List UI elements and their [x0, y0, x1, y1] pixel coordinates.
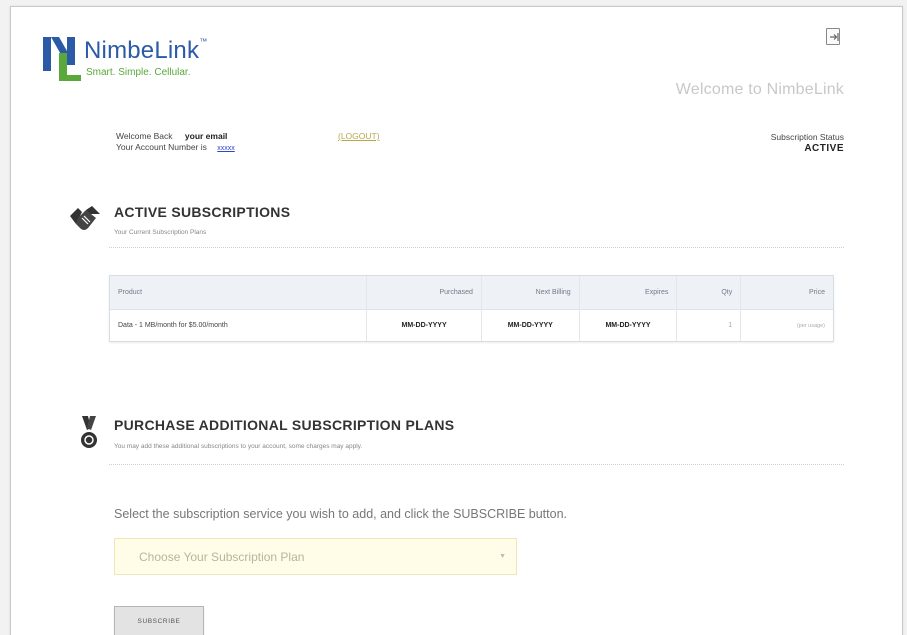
logo-tagline: Smart. Simple. Cellular. [86, 67, 191, 78]
column-header-qty: Qty [677, 276, 742, 309]
chevron-down-icon: ▼ [499, 553, 506, 560]
cell-purchased: MM-DD-YYYY [367, 310, 482, 341]
account-number-link[interactable]: xxxxx [217, 145, 235, 152]
logout-link[interactable]: (LOGOUT) [338, 131, 380, 141]
section-divider [109, 464, 844, 465]
subscribe-button[interactable]: SUBSCRIBE [114, 606, 204, 635]
welcome-line: Welcome Back your email [116, 131, 235, 142]
handshake-icon [70, 206, 100, 230]
column-header-product: Product [110, 276, 368, 309]
column-header-next-billing: Next Billing [482, 276, 580, 309]
logo-name-text: NimbeLink [84, 37, 200, 64]
table-header: Product Purchased Next Billing Expires Q… [110, 276, 833, 310]
active-subscriptions-title: ACTIVE SUBSCRIPTIONS [114, 204, 291, 220]
column-header-purchased: Purchased [367, 276, 482, 309]
purchase-plans-subtitle: You may add these additional subscriptio… [114, 443, 363, 450]
purchase-plans-title: PURCHASE ADDITIONAL SUBSCRIPTION PLANS [114, 417, 455, 433]
select-placeholder: Choose Your Subscription Plan [139, 549, 305, 564]
account-number-line: Your Account Number is xxxxx [116, 142, 235, 154]
welcome-title: Welcome to NimbeLink [675, 81, 844, 98]
subscription-plan-select[interactable]: Choose Your Subscription Plan ▼ [114, 538, 517, 575]
main-panel: NimbeLink™ Smart. Simple. Cellular. Welc… [10, 6, 903, 635]
status-label: Subscription Status [770, 132, 844, 142]
subscription-status: Subscription Status ACTIVE [771, 131, 844, 155]
medal-icon [81, 416, 97, 448]
account-info: Welcome Back your email Your Account Num… [116, 131, 235, 154]
cell-qty: 1 [677, 310, 742, 341]
nimbelink-logo-icon [43, 37, 81, 81]
logout-icon[interactable] [826, 28, 840, 45]
active-subscriptions-subtitle: Your Current Subscription Plans [114, 229, 207, 236]
logo-name: NimbeLink™ [84, 37, 207, 65]
status-badge: ACTIVE [804, 143, 844, 154]
subscribe-instructions: Select the subscription service you wish… [114, 507, 568, 521]
account-email: your email [184, 131, 228, 141]
cell-price: (per usage) [796, 322, 825, 329]
cell-expires: MM-DD-YYYY [580, 310, 678, 341]
cell-next-billing: MM-DD-YYYY [482, 310, 580, 341]
welcome-label: Welcome Back [116, 131, 173, 141]
nimbelink-logo[interactable]: NimbeLink™ Smart. Simple. Cellular. [41, 31, 241, 91]
column-header-price: Price [809, 289, 825, 296]
trademark-mark: ™ [199, 37, 208, 46]
subscriptions-table: Product Purchased Next Billing Expires Q… [109, 275, 834, 342]
column-header-expires: Expires [580, 276, 678, 309]
account-number-label: Your Account Number is [116, 142, 207, 152]
cell-product: Data - 1 MB/month for $5.00/month [110, 310, 368, 341]
section-divider [109, 247, 844, 248]
table-row: Data - 1 MB/month for $5.00/month MM-DD-… [110, 310, 833, 341]
